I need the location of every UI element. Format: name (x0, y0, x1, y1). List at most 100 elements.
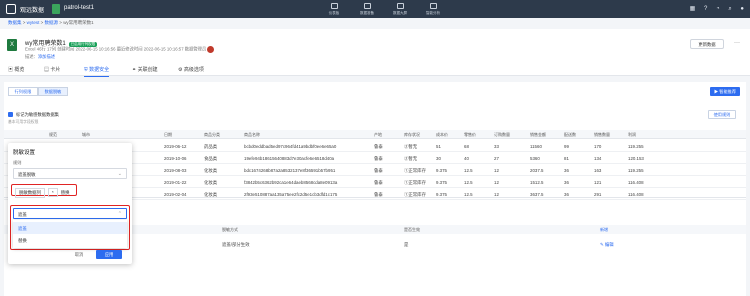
rule-label: 规则 (13, 160, 22, 165)
col-header[interactable]: 商品名称 (244, 132, 260, 138)
top-icons: ▦ ? ◔ ⌕ ● (683, 5, 744, 13)
app-logo[interactable] (6, 4, 16, 14)
col-header[interactable]: 销售金额 (530, 132, 546, 138)
perm-col-header: 脱敏方式 (222, 227, 238, 232)
subtab-row-col[interactable]: 行列权限 (8, 87, 38, 96)
col-header[interactable]: 商品分类 (204, 132, 220, 138)
table-cell: 119.255 (628, 168, 644, 173)
analysis-icon (429, 3, 437, 9)
bell-icon[interactable]: ◔ (716, 6, 720, 12)
option-replace[interactable]: 替换 (13, 234, 127, 246)
col-header[interactable]: 利润 (628, 132, 636, 138)
file-icon (52, 4, 60, 14)
tab-overview[interactable]: ▣ 概览 (8, 66, 24, 73)
edit-perm-link[interactable]: ✎ 编辑 (600, 242, 614, 248)
perm-method: 遮盖/部分生效 (222, 242, 250, 247)
excel-icon: X (7, 39, 17, 51)
add-desc-link[interactable]: 添加描述 (38, 54, 55, 59)
table-cell: 9.375 (436, 168, 447, 173)
tab-security[interactable]: ⛨ 数据安全 (84, 66, 110, 77)
nav-data-prep[interactable]: 数据准备 (350, 2, 384, 16)
table-cell: 2037.5 (530, 168, 544, 173)
table-cell: 鲁泰 (374, 168, 383, 173)
smart-recommend-button[interactable]: ▶ 智能推荐 (710, 87, 740, 96)
tab-card[interactable]: ▤ 卡片 (44, 66, 60, 73)
cond-value[interactable]: 替换 (61, 190, 70, 195)
breadcrumb-parent[interactable]: 数据源 (45, 20, 59, 25)
dataset-meta: Excel 46行 17列 创建时间 2022-06-15 10:16:56 最… (25, 46, 215, 53)
breadcrumb-root[interactable]: 数据集 (8, 20, 22, 25)
col-header[interactable]: 城市 (82, 132, 90, 138)
tab-label: 数据安全 (89, 67, 110, 73)
table-cell: ②暂无 (404, 156, 418, 161)
table-cell: 19efe94b18615640883d7e30acfe6e6518d40a (244, 156, 335, 161)
table-cell: 36 (564, 180, 569, 185)
col-header[interactable]: 产地 (374, 132, 382, 138)
breadcrumb-folder[interactable]: wytest (27, 20, 40, 25)
nav-big-screen[interactable]: 数据大屏 (383, 2, 417, 16)
table-cell: 药品类 (204, 144, 218, 149)
mask-type-select[interactable]: 遮盖 ⌃ (13, 208, 127, 219)
condition-row: 脱敏数据列 * 替换 (15, 188, 69, 198)
nav-label: 数据准备 (360, 11, 374, 15)
user-icon[interactable]: ● (740, 6, 744, 12)
tab-relations[interactable]: ⚭ 关联创建 (132, 66, 158, 73)
nav-label: 仪表板 (328, 11, 340, 15)
table-cell: 2019-08-03 (164, 168, 187, 173)
file-name: patrol-test1 (64, 5, 95, 11)
col-header[interactable]: 订购数量 (494, 132, 510, 138)
add-perm-link[interactable]: 新增 (600, 227, 608, 233)
col-header[interactable]: 日期 (164, 132, 172, 138)
update-data-button[interactable]: 更新数据 (690, 39, 724, 49)
breadcrumb-current: wy常用聘荣数1 (63, 20, 94, 25)
cond-operator[interactable]: * (47, 188, 58, 197)
avatar[interactable] (207, 46, 215, 53)
col-header[interactable]: 成本价 (436, 132, 448, 138)
col-header[interactable]: 零售价 (464, 132, 476, 138)
tab-advanced[interactable]: ⚙ 高级选项 (178, 66, 204, 73)
apply-button[interactable]: 应用 (96, 250, 122, 259)
table-cell: 1512.5 (530, 180, 544, 185)
col-header[interactable]: 规范 (49, 132, 57, 138)
table-cell: 2019-01-22 (164, 180, 187, 185)
nav-dashboard[interactable]: 仪表板 (317, 2, 351, 16)
table-cell: 2019-10-06 (164, 156, 187, 161)
col-header[interactable]: 配送数 (564, 132, 576, 138)
sensitive-checkbox[interactable] (8, 112, 13, 117)
grid-icon[interactable]: ▦ (690, 6, 696, 12)
use-rule-button[interactable]: 使用规则 (708, 110, 736, 119)
col-header[interactable]: 销售数量 (594, 132, 610, 138)
tab-label: 概览 (14, 67, 25, 73)
table-cell: 鲁泰 (374, 144, 383, 149)
table-cell: 134 (594, 156, 602, 161)
table-cell: 化妆类 (204, 180, 218, 185)
chevron-up-icon: ⌃ (117, 211, 122, 217)
cancel-button[interactable]: 取消 (66, 250, 92, 259)
col-header[interactable]: 库存状况 (404, 132, 420, 138)
help-icon[interactable]: ? (704, 6, 707, 12)
table-cell: f3842b5c6362b92ca1e64daeb8568cda8e0913a (244, 180, 338, 185)
masking-settings-popup: 脱敏设置 规则 遮盖脱敏 ⌄ 脱敏数据列 * 替换 遮盖 ⌃ 遮盖 替换 取消 应用 (8, 143, 132, 264)
table-cell: 鲁泰 (374, 180, 383, 185)
table-cell: 99 (564, 144, 569, 149)
table-cell: 12 (494, 168, 499, 173)
note-text: 基本可用字段权限 (8, 120, 39, 124)
table-cell: 12.5 (464, 180, 473, 185)
option-mask[interactable]: 遮盖 (13, 222, 127, 234)
dataset-desc: 描述：添加描述 (25, 54, 55, 60)
table-cell: 12.5 (464, 168, 473, 173)
desc-label: 描述： (25, 54, 38, 59)
rule-select[interactable]: 遮盖脱敏 ⌄ (13, 168, 127, 179)
tab-label: 关联创建 (137, 67, 158, 73)
table-cell: 食品类 (204, 156, 218, 161)
table-cell: 68 (464, 144, 469, 149)
nav-analysis[interactable]: 智能分析 (416, 2, 450, 16)
search-icon[interactable]: ⌕ (728, 6, 731, 12)
table-cell: 119.255 (628, 144, 644, 149)
table-cell: 12 (494, 180, 499, 185)
more-icon[interactable]: ··· (734, 40, 740, 46)
table-cell: 鲁泰 (374, 156, 383, 161)
subtab-masking[interactable]: 数据脱敏 (38, 87, 68, 96)
table-cell: 81 (564, 156, 569, 161)
cond-field[interactable]: 脱敏数据列 (15, 188, 45, 198)
